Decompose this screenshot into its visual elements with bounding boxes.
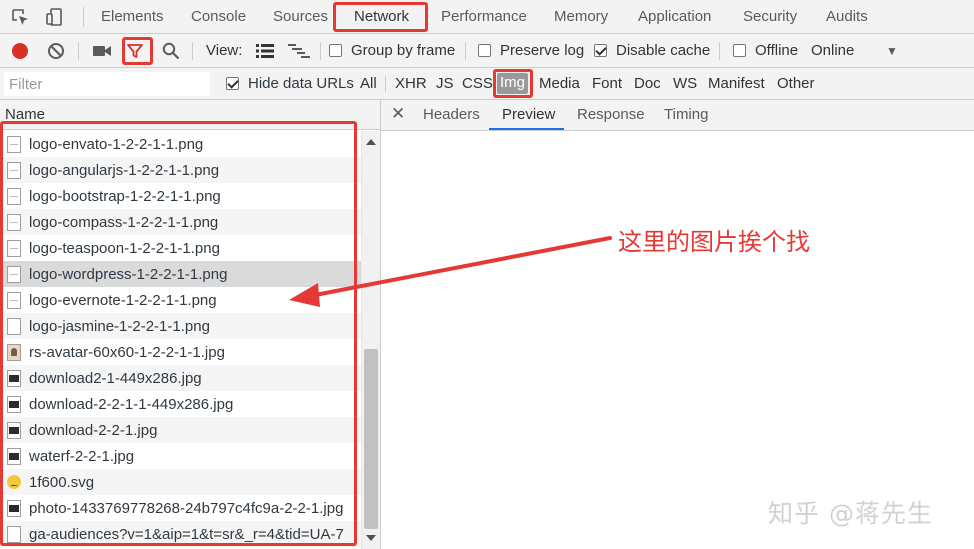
request-list-scrollbar[interactable] (361, 131, 380, 549)
watermark: 知乎 @蒋先生 (768, 499, 933, 528)
tab-performance[interactable]: Performance (441, 0, 527, 33)
hide-data-urls-toggle[interactable]: Hide data URLs (226, 68, 354, 99)
hide-data-urls-label: Hide data URLs (248, 75, 354, 92)
hide-data-urls-checkbox[interactable] (226, 77, 239, 90)
close-icon[interactable]: ✕ (391, 104, 405, 124)
video-camera-icon (93, 45, 111, 56)
group-by-frame-label: Group by frame (351, 42, 456, 59)
filter-type-other[interactable]: Other (777, 68, 815, 99)
disable-cache-checkbox[interactable] (594, 44, 607, 57)
filter-type-js[interactable]: JS (436, 68, 454, 99)
divider (465, 42, 466, 60)
tab-preview[interactable]: Preview (502, 100, 555, 130)
filter-type-css[interactable]: CSS (462, 68, 493, 99)
img-filter-highlight (493, 69, 533, 98)
preserve-log-toggle[interactable]: Preserve log (478, 34, 584, 67)
clear-icon (48, 42, 64, 59)
tab-memory[interactable]: Memory (554, 0, 608, 33)
view-label: View: (206, 42, 243, 59)
divider (719, 42, 720, 60)
preserve-log-label: Preserve log (500, 42, 585, 59)
tab-audits[interactable]: Audits (826, 0, 868, 33)
filter-type-font[interactable]: Font (592, 68, 622, 99)
network-toolbar: View: Group by frame Preserve log Disabl… (0, 34, 974, 68)
offline-toggle[interactable]: Offline (733, 34, 798, 67)
active-tab-indicator (489, 128, 564, 130)
group-by-frame-toggle[interactable]: Group by frame (329, 34, 455, 67)
divider (78, 42, 79, 60)
preserve-log-checkbox[interactable] (478, 44, 491, 57)
divider (385, 76, 386, 92)
waterfall-icon (288, 43, 310, 58)
throttling-select[interactable]: Online (811, 34, 854, 67)
record-button[interactable] (11, 34, 29, 67)
devtools-panel-tabbar: Elements Console Sources Network Perform… (0, 0, 974, 34)
annotation-text: 这里的图片挨个找 (618, 228, 810, 256)
disable-cache-toggle[interactable]: Disable cache (594, 34, 710, 67)
filter-type-doc[interactable]: Doc (634, 68, 661, 99)
divider (320, 42, 321, 60)
search-button[interactable] (162, 34, 180, 67)
divider (83, 7, 84, 27)
show-overview-button[interactable] (288, 34, 310, 67)
scroll-thumb[interactable] (364, 349, 378, 529)
large-rows-button[interactable] (256, 34, 274, 67)
network-tab-highlight (333, 2, 428, 32)
detail-tabbar: Headers Preview Response Timing (381, 100, 974, 131)
filter-input[interactable] (4, 72, 210, 96)
offline-label: Offline (755, 42, 799, 59)
filter-type-media[interactable]: Media (539, 68, 580, 99)
tab-response[interactable]: Response (577, 100, 645, 130)
filter-button-highlight (122, 37, 153, 65)
filter-type-xhr[interactable]: XHR (395, 68, 427, 99)
disable-cache-label: Disable cache (616, 42, 711, 59)
offline-checkbox[interactable] (733, 44, 746, 57)
tab-sources[interactable]: Sources (273, 0, 328, 33)
filter-type-all[interactable]: All (360, 68, 377, 99)
throttling-dropdown-icon[interactable]: ▼ (886, 34, 898, 67)
tab-timing[interactable]: Timing (664, 100, 708, 130)
preview-pane (381, 131, 974, 549)
list-view-icon (256, 43, 274, 58)
record-icon (12, 42, 28, 59)
clear-button[interactable] (47, 34, 65, 67)
tab-headers[interactable]: Headers (423, 100, 480, 130)
tab-application[interactable]: Application (638, 0, 711, 33)
tab-console[interactable]: Console (191, 0, 246, 33)
inspect-element-icon[interactable] (9, 6, 31, 28)
tab-security[interactable]: Security (743, 0, 797, 33)
tab-elements[interactable]: Elements (101, 0, 164, 33)
request-list-highlight (0, 121, 357, 546)
divider (192, 42, 193, 60)
scroll-up-arrow-icon[interactable] (366, 139, 376, 145)
capture-screenshots-button[interactable] (92, 34, 112, 67)
search-icon (162, 42, 180, 59)
filter-bar: Hide data URLs All XHR JS CSS Img Media … (0, 68, 974, 100)
scroll-down-arrow-icon[interactable] (366, 535, 376, 541)
throttling-value: Online (811, 42, 855, 59)
group-by-frame-checkbox[interactable] (329, 44, 342, 57)
filter-type-manifest[interactable]: Manifest (708, 68, 765, 99)
device-toolbar-icon[interactable] (44, 6, 66, 28)
filter-type-ws[interactable]: WS (673, 68, 697, 99)
